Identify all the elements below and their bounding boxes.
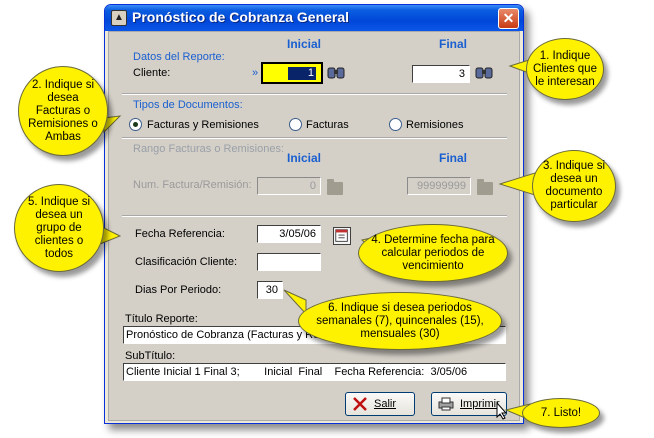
callout-1: 1. Indique Clientes que le interesan xyxy=(526,38,604,100)
separator-1 xyxy=(122,93,507,95)
num-factura-inicial-input[interactable]: 0 xyxy=(257,177,321,195)
close-x-icon xyxy=(353,397,367,411)
tipos-section-label: Tipos de Documentos: xyxy=(133,99,243,111)
binoculars-icon-final[interactable] xyxy=(475,65,493,81)
subtitulo-input[interactable]: Cliente Inicial 1 Final 3; Inicial Final… xyxy=(123,363,506,381)
callout-6: 6. Indique si desea periodos semanales (… xyxy=(298,292,502,350)
screenshot-root: ▲ Pronóstico de Cobranza General ✕ Inici… xyxy=(0,0,654,438)
separator-2 xyxy=(122,137,507,139)
radio-label-remisiones[interactable]: Remisiones xyxy=(406,119,463,131)
num-factura-label: Num. Factura/Remisión: xyxy=(133,179,252,191)
radio-remisiones[interactable] xyxy=(389,118,402,131)
app-icon: ▲ xyxy=(111,10,127,26)
binoculars-icon-inicial[interactable] xyxy=(327,65,345,81)
callout-2: 2. Indique si desea Facturas o Remisione… xyxy=(18,66,108,156)
folder-icon-inicial[interactable] xyxy=(327,179,343,195)
dias-periodo-input[interactable]: 30 xyxy=(257,281,283,299)
printer-icon xyxy=(438,397,454,411)
imprimir-label: Imprimir xyxy=(460,398,500,410)
radio-selected-dot xyxy=(133,122,138,127)
col-head-inicial: Inicial xyxy=(287,37,322,51)
subtitulo-label: SubTítulo: xyxy=(125,350,176,362)
separator-3 xyxy=(122,215,507,217)
fecha-label: Fecha Referencia: xyxy=(135,228,225,240)
col-head-final: Final xyxy=(439,37,468,51)
titulo-reporte-label: Título Reporte: xyxy=(125,313,198,325)
cliente-final-input[interactable]: 3 xyxy=(412,65,470,83)
radio-label-ambas[interactable]: Facturas y Remisiones xyxy=(147,119,259,131)
rango-section-label: Rango Facturas o Remisiones: xyxy=(133,143,285,155)
callout-4: 4. Determine fecha para calcular periodo… xyxy=(358,224,508,282)
rango-col-head-final: Final xyxy=(439,151,468,165)
cliente-inicial-selected-text: 1 xyxy=(288,67,316,80)
radio-label-facturas[interactable]: Facturas xyxy=(306,119,349,131)
callout-3: 3. Indique si desea un documento particu… xyxy=(532,150,616,222)
num-factura-final-input[interactable]: 99999999 xyxy=(407,177,471,195)
radio-facturas-remisiones[interactable] xyxy=(129,118,142,131)
title-bar[interactable]: ▲ Pronóstico de Cobranza General ✕ xyxy=(105,5,523,31)
close-button[interactable]: ✕ xyxy=(498,8,519,29)
window-title: Pronóstico de Cobranza General xyxy=(132,9,350,25)
folder-icon-final[interactable] xyxy=(477,179,493,195)
callout-7: 7. Listo! xyxy=(522,398,600,428)
salir-button[interactable]: Salir xyxy=(345,392,415,416)
mouse-cursor-icon xyxy=(496,402,508,420)
salir-label: Salir xyxy=(374,398,397,410)
fecha-referencia-input[interactable]: 3/05/06 xyxy=(257,225,321,243)
report-dialog: ▲ Pronóstico de Cobranza General ✕ Inici… xyxy=(104,4,524,424)
clasificacion-label: Clasificación Cliente: xyxy=(135,256,238,268)
radio-facturas[interactable] xyxy=(289,118,302,131)
callout-5: 5. Indique si desea un grupo de clientes… xyxy=(14,184,104,272)
clasificacion-input[interactable] xyxy=(257,253,321,271)
arrow-indicator: » xyxy=(252,67,259,79)
datos-section-label: Datos del Reporte: xyxy=(133,51,225,63)
cliente-inicial-input[interactable]: 1 xyxy=(261,62,323,84)
dias-periodo-label: Dias Por Periodo: xyxy=(135,284,222,296)
cliente-label: Cliente: xyxy=(133,67,171,79)
rango-col-head-inicial: Inicial xyxy=(287,151,322,165)
calendar-icon[interactable] xyxy=(333,227,351,245)
